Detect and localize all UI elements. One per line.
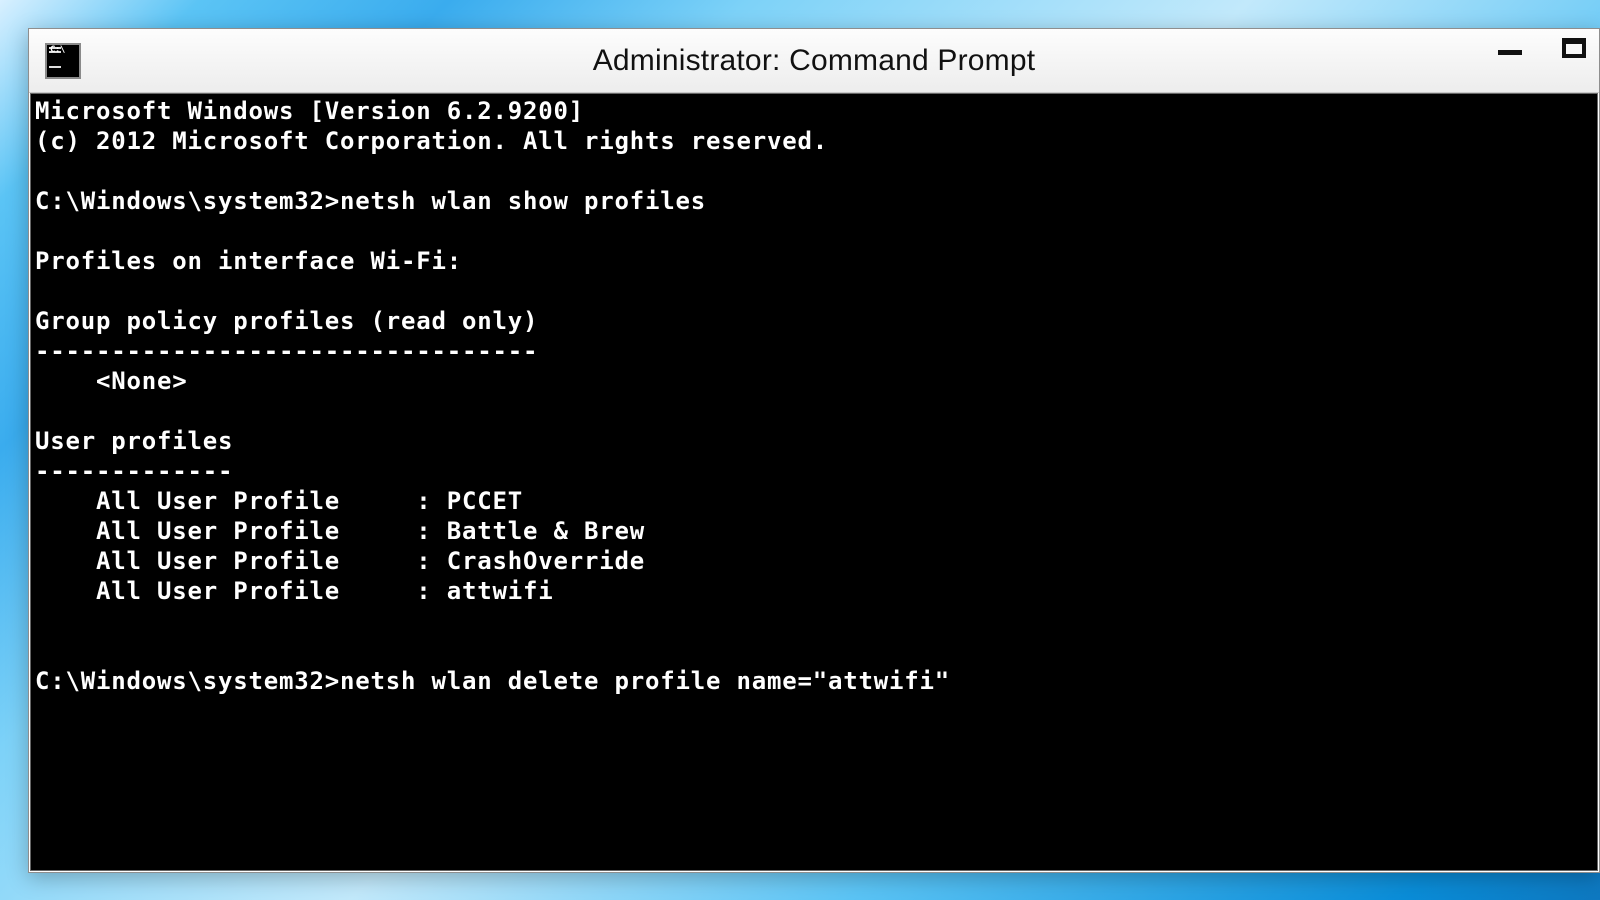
window-controls: [1491, 33, 1593, 63]
command-1: netsh wlan show profiles: [340, 187, 706, 215]
prompt-2: C:\Windows\system32>: [35, 667, 340, 695]
line-copyright: (c) 2012 Microsoft Corporation. All righ…: [35, 127, 828, 155]
profile-name: Battle & Brew: [447, 517, 645, 545]
maximize-button[interactable]: [1555, 33, 1593, 63]
section-interface: Profiles on interface Wi-Fi:: [35, 247, 462, 275]
profile-name: PCCET: [447, 487, 523, 515]
profile-row: All User Profile :: [35, 517, 447, 545]
profile-name: CrashOverride: [447, 547, 645, 575]
profile-row: All User Profile :: [35, 487, 447, 515]
command-prompt-window: Administrator: Command Prompt Microsoft …: [28, 28, 1600, 873]
minimize-button[interactable]: [1491, 33, 1529, 63]
prompt-1: C:\Windows\system32>: [35, 187, 340, 215]
line-version: Microsoft Windows [Version 6.2.9200]: [35, 97, 584, 125]
group-none: <None>: [35, 367, 188, 395]
group-header: Group policy profiles (read only): [35, 307, 538, 335]
profile-row: All User Profile :: [35, 577, 447, 605]
profile-row: All User Profile :: [35, 547, 447, 575]
group-underline: ---------------------------------: [35, 337, 538, 365]
profile-name: attwifi: [447, 577, 554, 605]
user-underline: -------------: [35, 457, 233, 485]
window-title: Administrator: Command Prompt: [29, 44, 1599, 78]
command-2: netsh wlan delete profile name="attwifi": [340, 667, 950, 695]
titlebar[interactable]: Administrator: Command Prompt: [29, 29, 1599, 93]
cmd-icon: [45, 43, 81, 79]
terminal-output[interactable]: Microsoft Windows [Version 6.2.9200] (c)…: [30, 93, 1598, 871]
user-header: User profiles: [35, 427, 233, 455]
